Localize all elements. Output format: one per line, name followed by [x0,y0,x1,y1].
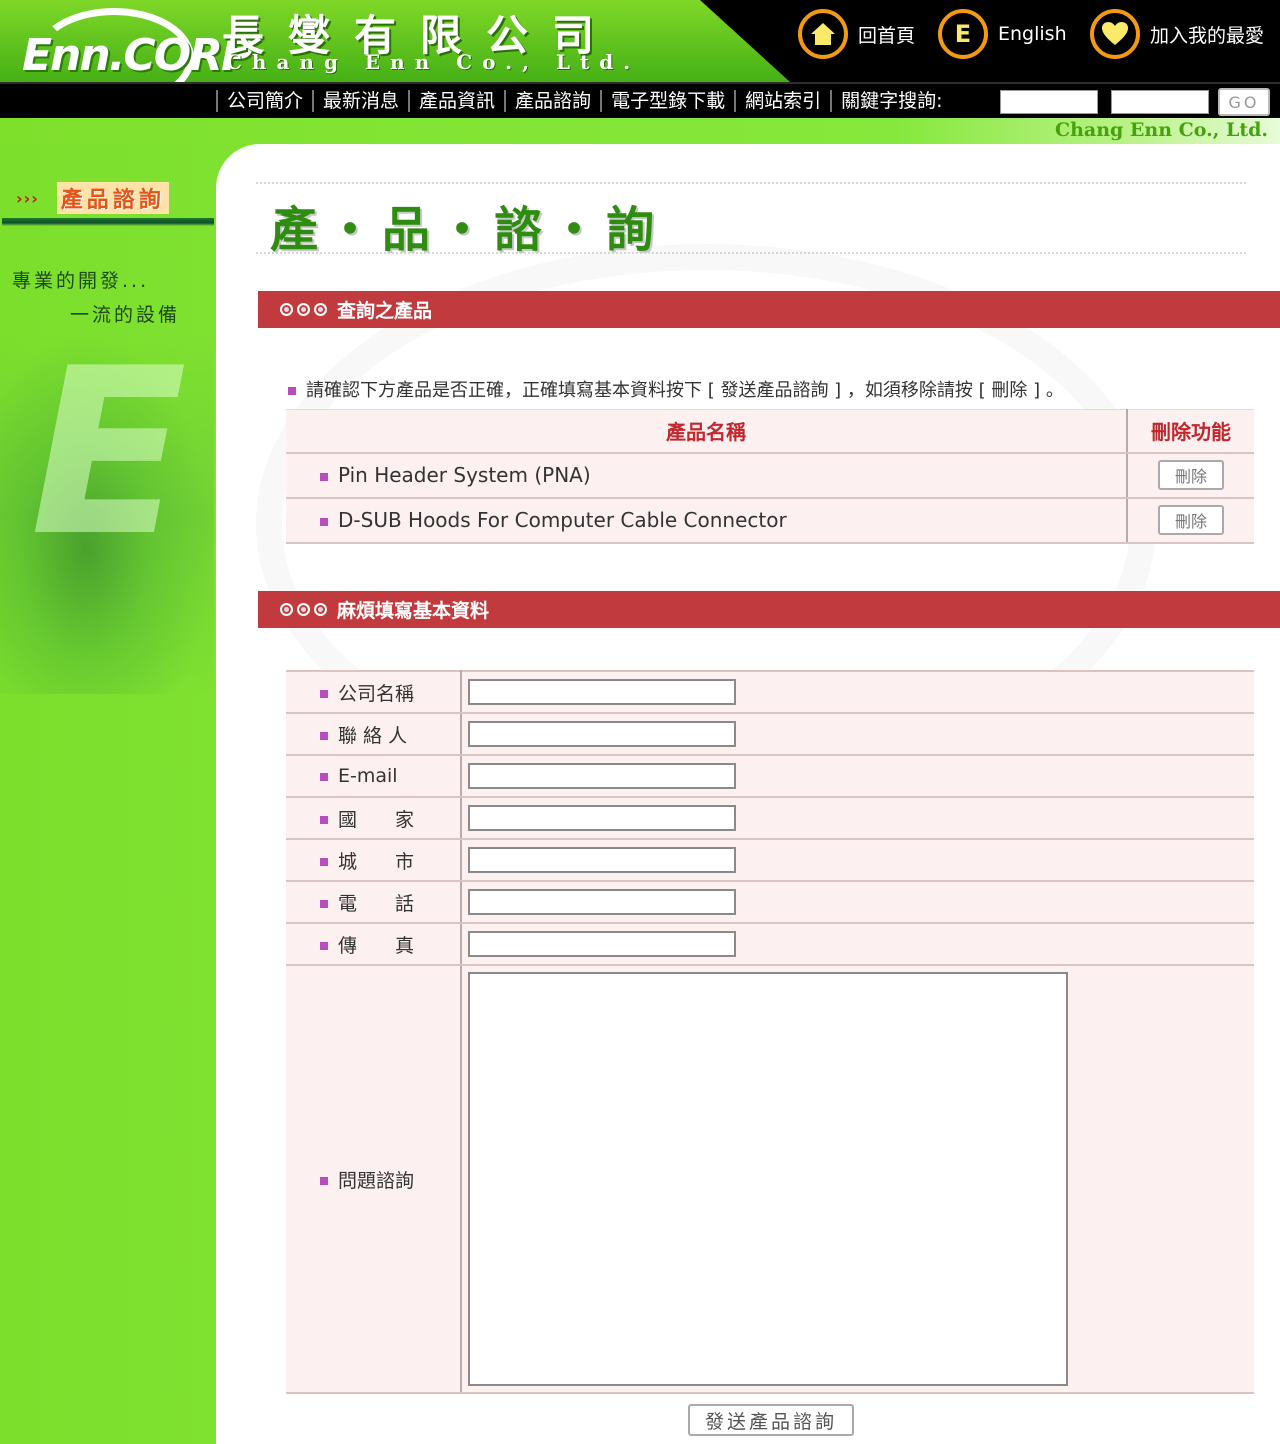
product-name-cell: Pin Header System (PNA) [286,452,1127,499]
main-content: 產・品・諮・詢 查詢之產品 請確認下方產品是否正確，正確填寫基本資料按下 [ 發… [216,144,1280,1444]
contact-person-label: 聯 絡 人 [286,713,462,756]
logo-text: Enn.CORP [22,30,253,81]
section-dots-icon [280,303,327,316]
contact-person-field[interactable] [468,721,736,747]
section-header-basic-info: 麻煩填寫基本資料 [258,591,1280,628]
english-link-label: English [998,23,1067,45]
delete-button[interactable]: 刪除 [1158,505,1224,535]
bullet-icon [320,858,328,866]
sidebar-title-row: ››› 產品諮詢 [16,182,169,214]
company-name-english: Chang Enn Co., Ltd. [226,50,641,74]
phone-label: 電 話 [286,881,462,924]
sidebar-divider [2,218,214,226]
instruction-text: 請確認下方產品是否正確，正確填寫基本資料按下 [ 發送產品諮詢 ] ，如須移除請… [288,376,1064,402]
fax-field[interactable] [468,931,736,957]
nav-item-company-intro[interactable]: 公司簡介 [216,90,312,112]
city-field[interactable] [468,847,736,873]
page-title: 產・品・諮・詢 [270,202,663,258]
heart-icon [1090,9,1140,59]
section-dots-icon [280,603,327,616]
email-field[interactable] [468,763,736,789]
home-link-label: 回首頁 [858,24,916,47]
bullet-icon [320,690,328,698]
table-row: Pin Header System (PNA) 刪除 [286,452,1254,499]
sidebar-title: 產品諮詢 [56,182,169,214]
bullet-icon [320,1177,328,1185]
keyword-search-input-secondary[interactable] [1111,90,1209,114]
english-icon: E [938,9,988,59]
bullet-icon [320,772,328,781]
delete-button[interactable]: 刪除 [1158,460,1224,490]
bullet-icon [288,387,296,395]
go-button[interactable]: GO [1218,88,1270,116]
nav-item-news[interactable]: 最新消息 [312,90,408,112]
basic-info-form: 公司名稱 聯 絡 人 E-mail 國 家 城 市 電 話 傳 真 問題諮詢 [286,670,1254,1394]
nav-item-inquiry[interactable]: 產品諮詢 [504,90,600,112]
company-name-field[interactable] [468,679,736,705]
nav-item-products[interactable]: 產品資訊 [408,90,504,112]
nav-item-catalog-download[interactable]: 電子型錄下載 [600,90,734,112]
keyword-search-label: 關鍵字搜詢: [830,90,948,112]
country-label: 國 家 [286,797,462,840]
country-field[interactable] [468,805,736,831]
sidebar-slogan-line-1: 專業的開發... [12,270,150,292]
sidebar-factory-image: E [0,334,214,694]
brand-strip: Chang Enn Co., Ltd. [0,118,1280,144]
bullet-icon [320,732,328,740]
column-header-product-name: 產品名稱 [286,409,1127,454]
section-title-products: 查詢之產品 [337,300,433,322]
nav-item-sitemap[interactable]: 網站索引 [734,90,830,112]
phone-field[interactable] [468,889,736,915]
sidebar: ››› 產品諮詢 專業的開發... 一流的設備 E [0,144,216,1444]
home-icon [798,9,848,59]
email-label: E-mail [286,755,462,798]
section-title-basic-info: 麻煩填寫基本資料 [337,600,490,622]
header: Enn.CORP 長燮有限公司 Chang Enn Co., Ltd. 回首頁 … [0,0,1280,144]
page: Enn.CORP 長燮有限公司 Chang Enn Co., Ltd. 回首頁 … [0,0,1280,1444]
product-name-cell: D-SUB Hoods For Computer Cable Connector [286,497,1127,544]
page-title-area: 產・品・諮・詢 [256,182,1246,258]
send-inquiry-button[interactable]: 發送產品諮詢 [688,1404,854,1436]
bullet-icon [320,900,328,908]
table-header-row: 產品名稱 刪除功能 [286,409,1254,454]
inquiry-textarea[interactable] [468,972,1068,1386]
bullet-icon [320,472,328,481]
bullet-icon [320,517,328,526]
table-row: D-SUB Hoods For Computer Cable Connector… [286,497,1254,544]
inquiry-label: 問題諮詢 [286,965,462,1394]
add-favorite-link[interactable]: 加入我的最愛 [1090,9,1265,59]
column-header-delete: 刪除功能 [1126,409,1254,454]
delete-cell: 刪除 [1126,497,1254,544]
top-navigation: 公司簡介 最新消息 產品資訊 產品諮詢 電子型錄下載 網站索引 關鍵字搜詢: G… [0,82,1280,118]
add-favorite-label: 加入我的最愛 [1150,24,1265,47]
section-header-products: 查詢之產品 [258,291,1280,328]
home-link[interactable]: 回首頁 [798,9,916,59]
sidebar-e-watermark: E [30,320,188,587]
brand-name-strip: Chang Enn Co., Ltd. [1054,119,1268,141]
bullet-icon [320,942,328,950]
bullet-icon [320,816,328,824]
fax-label: 傳 真 [286,923,462,966]
company-name-label: 公司名稱 [286,671,462,714]
triple-arrow-icon: ››› [16,188,39,208]
inquiry-products-table: 產品名稱 刪除功能 Pin Header System (PNA) 刪除 D-S… [286,409,1254,544]
english-link[interactable]: E English [938,9,1067,59]
delete-cell: 刪除 [1126,452,1254,499]
keyword-search-input[interactable] [1000,90,1098,114]
city-label: 城 市 [286,839,462,882]
